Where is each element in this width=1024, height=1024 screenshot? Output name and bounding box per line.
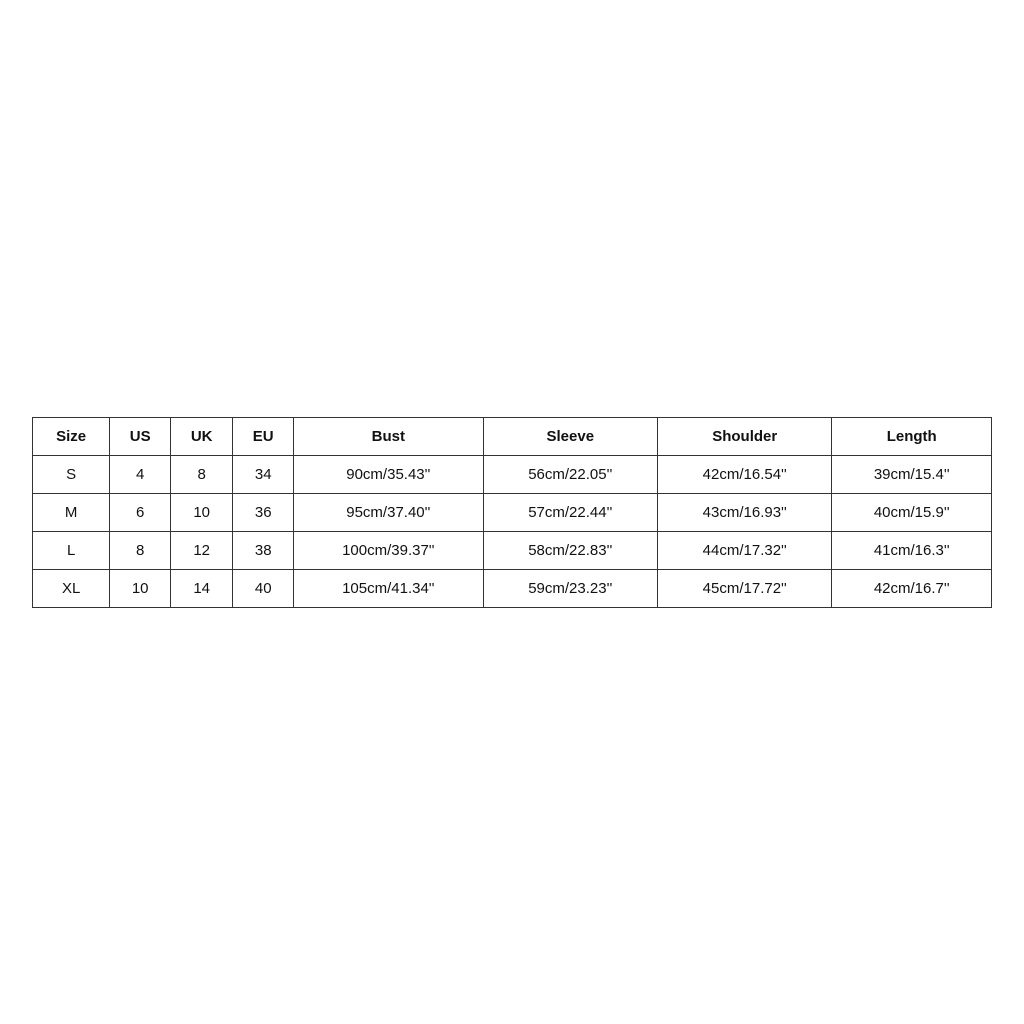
column-header: Length [832, 417, 992, 455]
table-row: XL101440105cm/41.34''59cm/23.23''45cm/17… [33, 569, 992, 607]
table-cell: L [33, 531, 110, 569]
table-cell: 34 [233, 455, 294, 493]
table-cell: 43cm/16.93'' [658, 493, 832, 531]
table-cell: 14 [171, 569, 233, 607]
column-header: Size [33, 417, 110, 455]
table-cell: 44cm/17.32'' [658, 531, 832, 569]
table-cell: 45cm/17.72'' [658, 569, 832, 607]
table-cell: 42cm/16.54'' [658, 455, 832, 493]
table-cell: 41cm/16.3'' [832, 531, 992, 569]
table-cell: 56cm/22.05'' [483, 455, 657, 493]
table-cell: 40cm/15.9'' [832, 493, 992, 531]
table-cell: 40 [233, 569, 294, 607]
table-row: M6103695cm/37.40''57cm/22.44''43cm/16.93… [33, 493, 992, 531]
size-chart-container: SizeUSUKEUBustSleeveShoulderLength S4834… [32, 417, 992, 608]
table-cell: 38 [233, 531, 294, 569]
table-cell: 8 [171, 455, 233, 493]
table-cell: 10 [110, 569, 171, 607]
table-cell: M [33, 493, 110, 531]
table-cell: 59cm/23.23'' [483, 569, 657, 607]
table-cell: XL [33, 569, 110, 607]
table-cell: 58cm/22.83'' [483, 531, 657, 569]
table-cell: 36 [233, 493, 294, 531]
table-row: S483490cm/35.43''56cm/22.05''42cm/16.54'… [33, 455, 992, 493]
table-cell: 12 [171, 531, 233, 569]
column-header: Bust [294, 417, 483, 455]
table-cell: 42cm/16.7'' [832, 569, 992, 607]
table-cell: 95cm/37.40'' [294, 493, 483, 531]
table-cell: 6 [110, 493, 171, 531]
table-cell: 90cm/35.43'' [294, 455, 483, 493]
table-header-row: SizeUSUKEUBustSleeveShoulderLength [33, 417, 992, 455]
table-cell: 8 [110, 531, 171, 569]
column-header: UK [171, 417, 233, 455]
table-cell: S [33, 455, 110, 493]
column-header: Sleeve [483, 417, 657, 455]
column-header: EU [233, 417, 294, 455]
table-cell: 100cm/39.37'' [294, 531, 483, 569]
table-cell: 39cm/15.4'' [832, 455, 992, 493]
table-cell: 4 [110, 455, 171, 493]
table-cell: 57cm/22.44'' [483, 493, 657, 531]
table-cell: 105cm/41.34'' [294, 569, 483, 607]
column-header: Shoulder [658, 417, 832, 455]
column-header: US [110, 417, 171, 455]
size-chart-table: SizeUSUKEUBustSleeveShoulderLength S4834… [32, 417, 992, 608]
table-cell: 10 [171, 493, 233, 531]
table-row: L81238100cm/39.37''58cm/22.83''44cm/17.3… [33, 531, 992, 569]
